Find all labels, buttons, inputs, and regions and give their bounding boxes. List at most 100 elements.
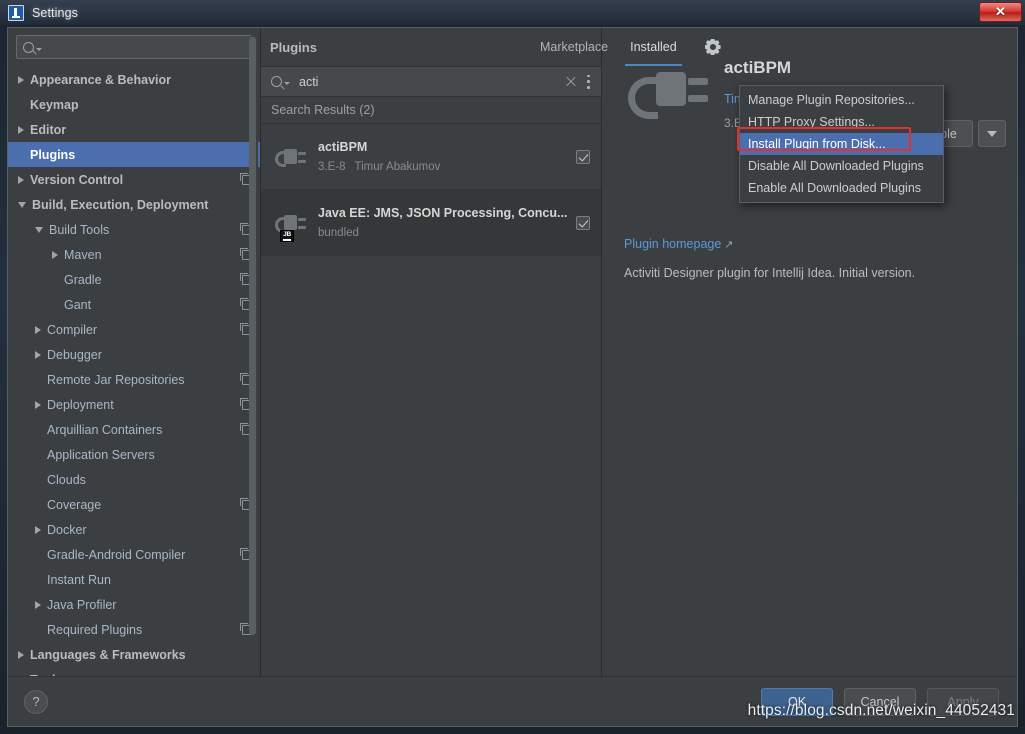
sidebar-item-build-tools[interactable]: Build Tools bbox=[8, 217, 260, 242]
title-bar: Settings ✕ bbox=[0, 0, 1025, 25]
sidebar-item-keymap[interactable]: Keymap bbox=[8, 92, 260, 117]
tab-marketplace[interactable]: Marketplace bbox=[529, 28, 619, 66]
tab-installed[interactable]: Installed bbox=[619, 28, 688, 66]
twisty-collapsed-icon[interactable] bbox=[52, 250, 58, 259]
plugin-detail-title: actiBPM bbox=[724, 58, 792, 77]
plugin-enabled-checkbox[interactable] bbox=[576, 215, 590, 230]
sidebar-item-label: Version Control bbox=[30, 172, 124, 187]
sidebar-item-label: Remote Jar Repositories bbox=[47, 372, 185, 387]
sidebar-item-label: Deployment bbox=[47, 397, 114, 412]
sidebar-item-gradle-android-compiler[interactable]: Gradle-Android Compiler bbox=[8, 542, 260, 567]
sidebar-scrollbar-thumb[interactable] bbox=[249, 37, 256, 635]
intellij-idea-icon bbox=[8, 4, 24, 21]
twisty-collapsed-icon[interactable] bbox=[18, 175, 24, 184]
sidebar-item-required-plugins[interactable]: Required Plugins bbox=[8, 617, 260, 642]
gear-icon[interactable] bbox=[702, 36, 724, 58]
sidebar-item-build-execution-deployment[interactable]: Build, Execution, Deployment bbox=[8, 192, 260, 217]
sidebar-item-label: Required Plugins bbox=[47, 622, 143, 637]
sidebar-item-gant[interactable]: Gant bbox=[8, 292, 260, 317]
sidebar-item-debugger[interactable]: Debugger bbox=[8, 342, 260, 367]
twisty-collapsed-icon[interactable] bbox=[35, 525, 41, 534]
search-results-label: Search Results (2) bbox=[261, 97, 601, 124]
apply-button[interactable]: Apply bbox=[927, 687, 999, 716]
search-icon bbox=[271, 76, 282, 87]
clear-search-icon[interactable] bbox=[565, 76, 577, 88]
close-icon[interactable]: ✕ bbox=[979, 2, 1022, 22]
sidebar-item-coverage[interactable]: Coverage bbox=[8, 492, 260, 517]
twisty-expanded-icon[interactable] bbox=[35, 226, 43, 233]
sidebar-item-instant-run[interactable]: Instant Run bbox=[8, 567, 260, 592]
plugin-icon: JB bbox=[273, 206, 307, 242]
plugin-subtitle: bundled bbox=[318, 227, 576, 239]
sidebar-item-languages-frameworks[interactable]: Languages & Frameworks bbox=[8, 642, 260, 667]
menu-item-enable-all-downloaded-plugins[interactable]: Enable All Downloaded Plugins bbox=[740, 177, 943, 199]
settings-search-box[interactable] bbox=[16, 35, 252, 59]
dialog-button-bar: ? OK Cancel Apply https://blog.csdn.net/… bbox=[8, 676, 1017, 726]
settings-dialog: Appearance & Behavior Keymap Editor Plugins… bbox=[7, 27, 1018, 727]
menu-item-install-plugin-from-disk[interactable]: Install Plugin from Disk... bbox=[740, 133, 943, 155]
settings-sidebar: Appearance & Behavior Keymap Editor Plugins… bbox=[8, 28, 261, 676]
sidebar-item-label: Arquillian Containers bbox=[47, 422, 163, 437]
twisty-collapsed-icon[interactable] bbox=[35, 400, 41, 409]
sidebar-scrollbar-track[interactable] bbox=[249, 32, 258, 635]
twisty-expanded-icon[interactable] bbox=[18, 201, 26, 208]
sidebar-item-label: Languages & Frameworks bbox=[30, 647, 186, 662]
sidebar-item-tools[interactable]: Tools bbox=[8, 667, 260, 676]
sidebar-item-remote-jar-repositories[interactable]: Remote Jar Repositories bbox=[8, 367, 260, 392]
sidebar-item-java-profiler[interactable]: Java Profiler bbox=[8, 592, 260, 617]
ok-button[interactable]: OK bbox=[761, 687, 833, 716]
twisty-collapsed-icon[interactable] bbox=[35, 325, 41, 334]
twisty-collapsed-icon[interactable] bbox=[35, 350, 41, 359]
twisty-collapsed-icon[interactable] bbox=[18, 75, 24, 84]
sidebar-item-application-servers[interactable]: Application Servers bbox=[8, 442, 260, 467]
dialog-body: Appearance & Behavior Keymap Editor Plugins… bbox=[8, 28, 1017, 676]
sidebar-item-label: Maven bbox=[64, 247, 102, 262]
twisty-collapsed-icon[interactable] bbox=[18, 650, 24, 659]
sidebar-item-label: Keymap bbox=[30, 97, 79, 112]
sidebar-item-label: Application Servers bbox=[47, 447, 155, 462]
sidebar-item-arquillian-containers[interactable]: Arquillian Containers bbox=[8, 417, 260, 442]
plugin-list-item[interactable]: JB Java EE: JMS, JSON Processing, Concu..… bbox=[261, 190, 601, 256]
sidebar-item-docker[interactable]: Docker bbox=[8, 517, 260, 542]
plugin-name: actiBPM bbox=[318, 140, 368, 154]
plugin-icon bbox=[273, 140, 307, 174]
sidebar-item-label: Gradle bbox=[64, 272, 102, 287]
help-button[interactable]: ? bbox=[24, 689, 48, 714]
plugin-meta: actiBPM 3.E-8 Timur Abakumov bbox=[318, 140, 576, 173]
settings-tree: Appearance & Behavior Keymap Editor Plugins… bbox=[8, 65, 260, 676]
sidebar-item-label: Instant Run bbox=[47, 572, 111, 587]
sidebar-item-version-control[interactable]: Version Control bbox=[8, 167, 260, 192]
sidebar-item-compiler[interactable]: Compiler bbox=[8, 317, 260, 342]
twisty-collapsed-icon[interactable] bbox=[18, 125, 24, 134]
sidebar-item-label: Docker bbox=[47, 522, 87, 537]
sidebar-item-appearance-behavior[interactable]: Appearance & Behavior bbox=[8, 67, 260, 92]
sidebar-item-maven[interactable]: Maven bbox=[8, 242, 260, 267]
plugin-list-item[interactable]: actiBPM 3.E-8 Timur Abakumov bbox=[261, 124, 601, 190]
sidebar-search-container bbox=[8, 28, 260, 65]
gear-dropdown-menu: Manage Plugin Repositories... HTTP Proxy … bbox=[739, 85, 944, 203]
search-options-icon[interactable] bbox=[587, 74, 591, 89]
plugin-homepage-link[interactable]: Plugin homepage ↗ bbox=[624, 237, 734, 251]
sidebar-item-gradle[interactable]: Gradle bbox=[8, 267, 260, 292]
plugin-enabled-checkbox[interactable] bbox=[576, 149, 590, 164]
jetbrains-badge-icon: JB bbox=[280, 229, 294, 242]
sidebar-item-label: Plugins bbox=[30, 147, 76, 162]
plugin-search-box[interactable] bbox=[261, 66, 601, 97]
menu-item-http-proxy-settings[interactable]: HTTP Proxy Settings... bbox=[740, 111, 943, 133]
cancel-button[interactable]: Cancel bbox=[844, 687, 916, 716]
menu-item-disable-all-downloaded-plugins[interactable]: Disable All Downloaded Plugins bbox=[740, 155, 943, 177]
external-link-icon: ↗ bbox=[724, 239, 734, 251]
sidebar-item-label: Compiler bbox=[47, 322, 98, 337]
menu-item-manage-plugin-repositories[interactable]: Manage Plugin Repositories... bbox=[740, 89, 943, 111]
sidebar-item-editor[interactable]: Editor bbox=[8, 117, 260, 142]
sidebar-item-label: Clouds bbox=[47, 472, 86, 487]
twisty-collapsed-icon[interactable] bbox=[35, 600, 41, 609]
sidebar-item-clouds[interactable]: Clouds bbox=[8, 467, 260, 492]
disable-dropdown-arrow-icon[interactable] bbox=[978, 120, 1006, 147]
settings-search-input[interactable] bbox=[47, 39, 251, 55]
plugins-list-panel: Plugins Search Results (2) actiBPM3.E-8T… bbox=[261, 28, 602, 676]
sidebar-item-deployment[interactable]: Deployment bbox=[8, 392, 260, 417]
sidebar-item-plugins[interactable]: Plugins bbox=[8, 142, 260, 167]
plugin-version: 3.E-8 bbox=[318, 161, 346, 173]
plugin-search-input[interactable] bbox=[297, 73, 565, 90]
